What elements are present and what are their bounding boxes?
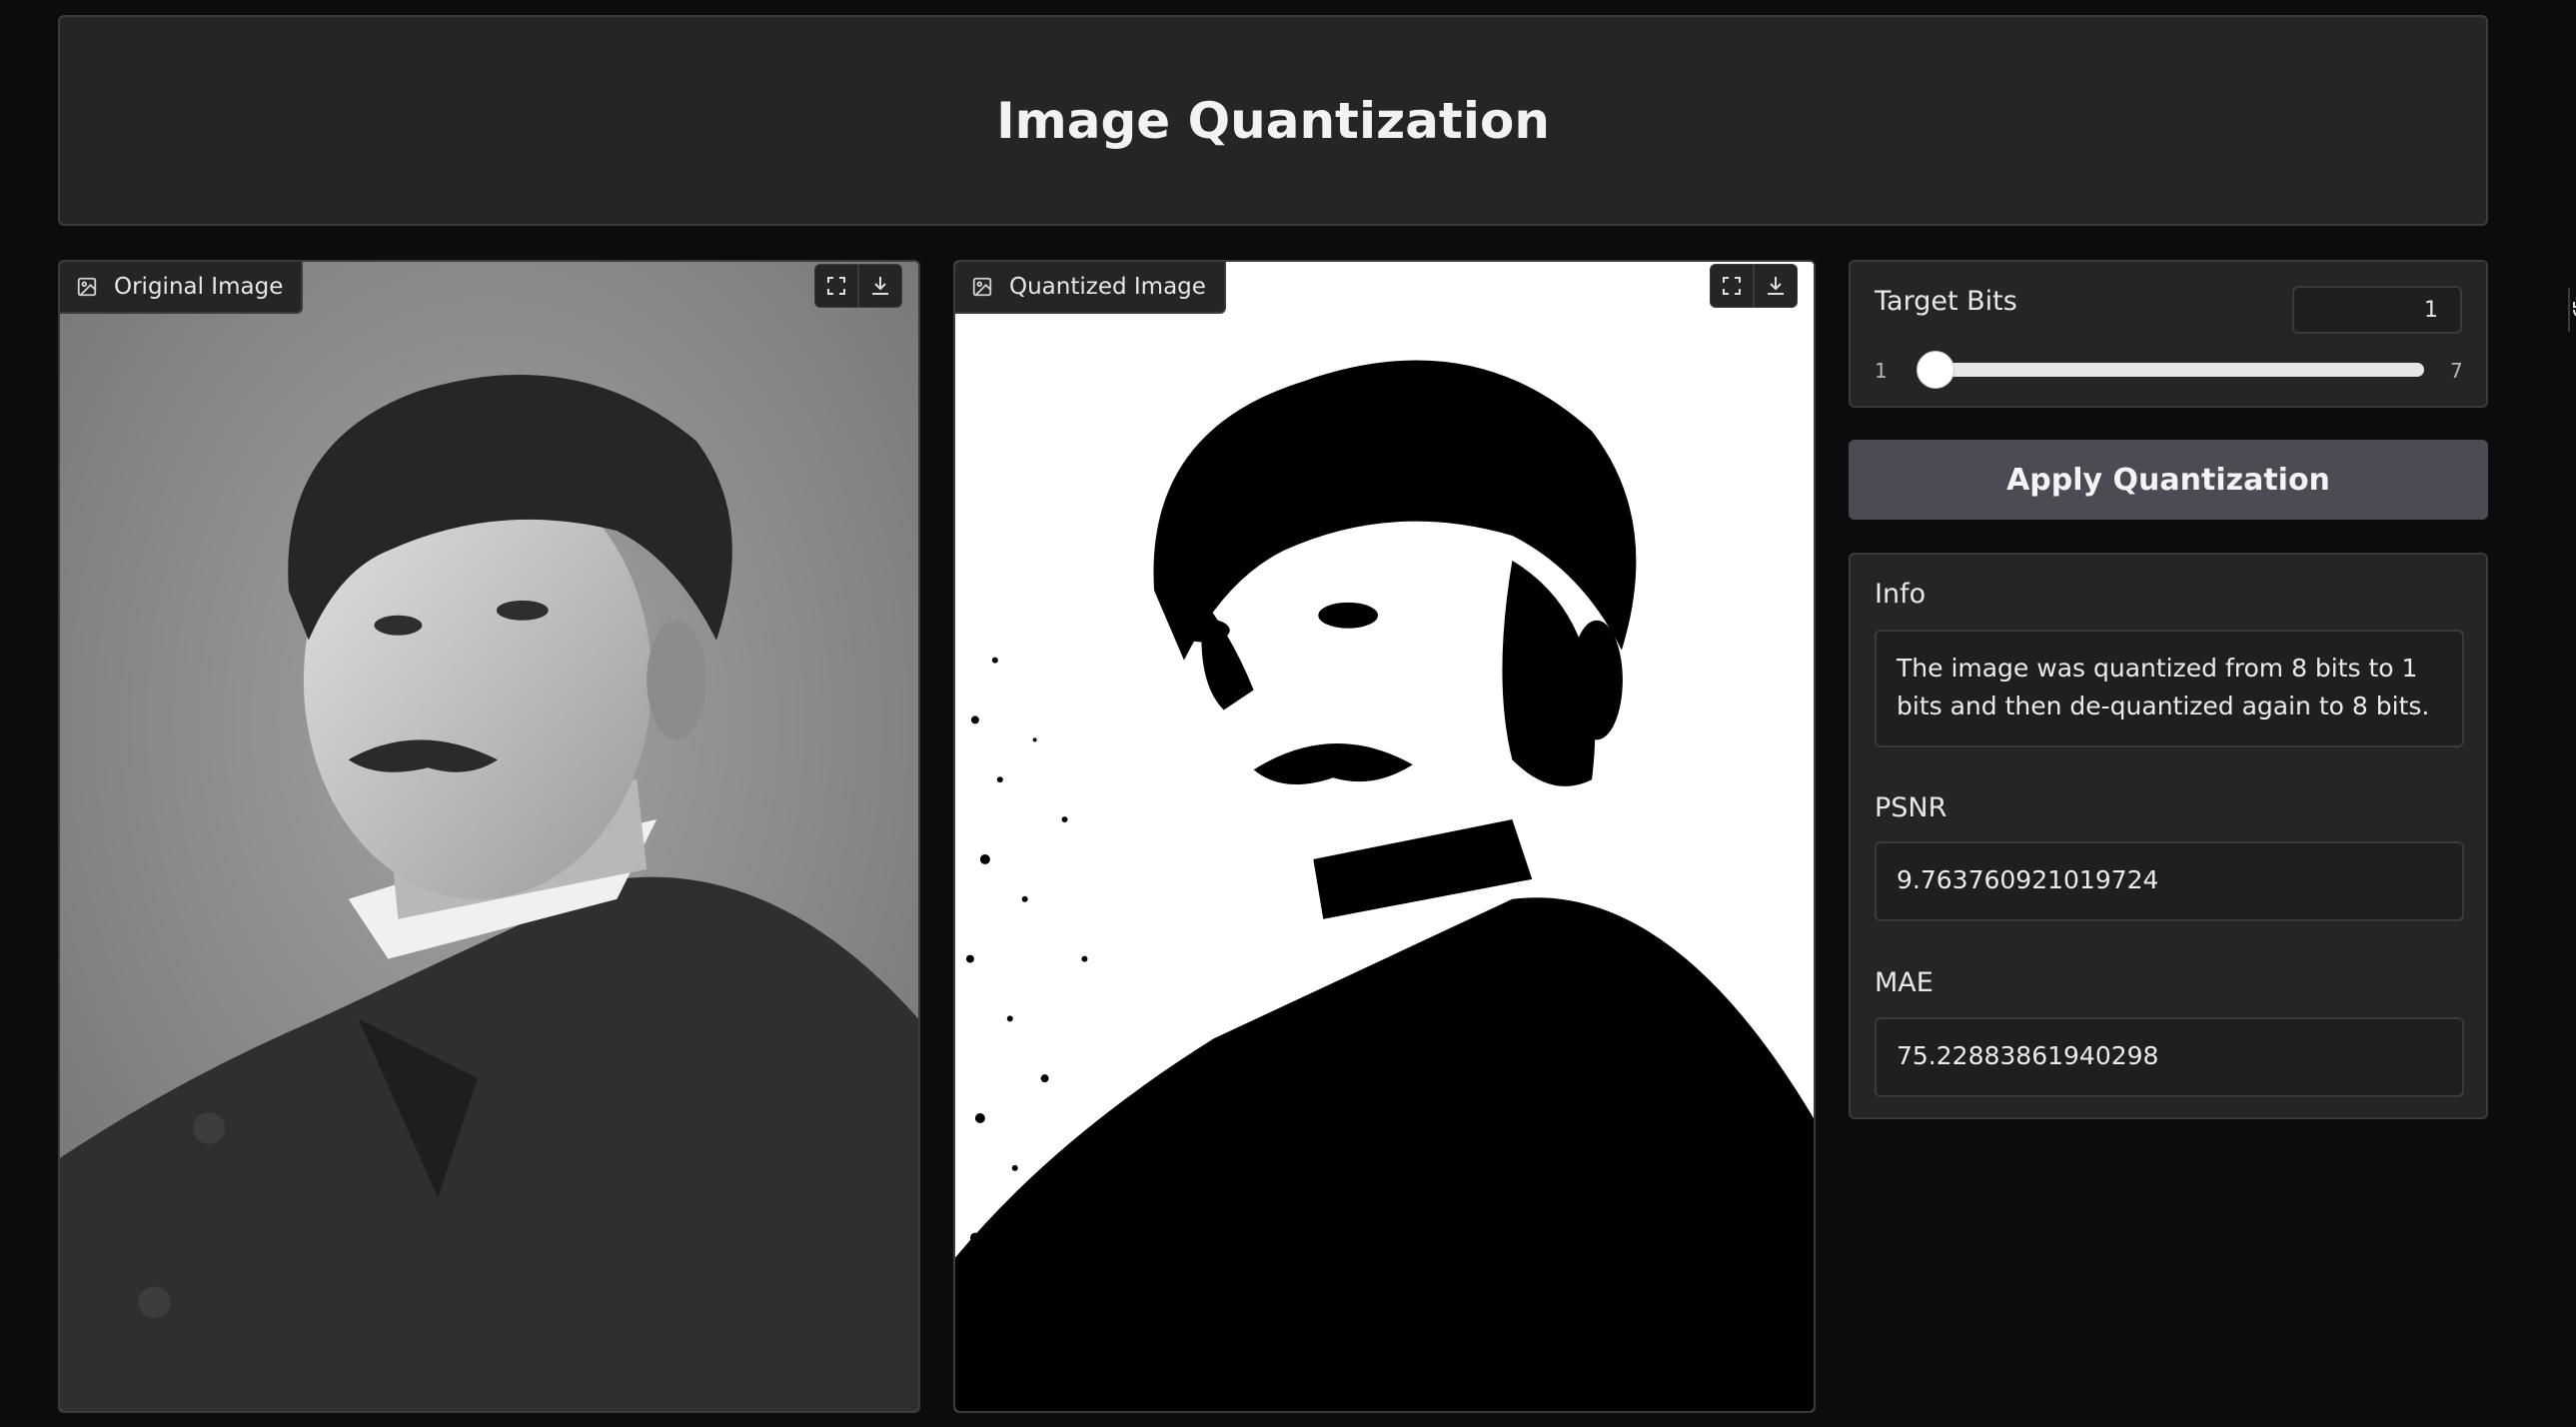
quantized-photo <box>955 262 1814 1411</box>
slider-max-label: 7 <box>2450 359 2463 383</box>
target-bits-panel: Target Bits 1 7 <box>1849 260 2576 408</box>
psnr-label: PSNR <box>1875 792 1947 823</box>
fullscreen-icon <box>1723 277 1741 295</box>
download-button[interactable] <box>1754 264 1798 308</box>
slider-track[interactable] <box>1923 363 2424 377</box>
original-image-label-text: Original Image <box>114 274 284 300</box>
info-textbox[interactable]: The image was quantized from 8 bits to 1… <box>1875 630 2464 747</box>
target-bits-label: Target Bits <box>1875 286 2017 317</box>
original-image-label: Original Image <box>60 262 304 314</box>
fullscreen-icon <box>827 277 845 295</box>
quantized-image-panel: Quantized Image <box>953 260 1816 1413</box>
target-bits-number-box <box>2292 286 2576 334</box>
download-button[interactable] <box>858 264 902 308</box>
image-icon <box>972 277 992 297</box>
target-bits-input[interactable] <box>2294 288 2570 332</box>
image-icon <box>77 277 97 297</box>
info-panel: Info The image was quantized from 8 bits… <box>1849 553 2488 1119</box>
fullscreen-button[interactable] <box>1710 264 1754 308</box>
psnr-textbox[interactable]: 9.763760921019724 <box>1875 841 2464 921</box>
original-photo <box>60 262 918 1411</box>
info-label: Info <box>1875 579 1927 610</box>
download-icon <box>872 277 888 295</box>
original-image-toolbar <box>814 264 902 308</box>
fullscreen-button[interactable] <box>814 264 858 308</box>
reset-icon <box>2572 302 2576 317</box>
header-panel: Image Quantization <box>58 15 2488 226</box>
original-image-panel: Original Image <box>58 260 920 1413</box>
apply-quantization-button[interactable]: Apply Quantization <box>1849 440 2488 520</box>
download-icon <box>1768 277 1784 295</box>
page-title: Image Quantization <box>996 91 1550 150</box>
mae-textbox[interactable]: 75.22883861940298 <box>1875 1017 2464 1097</box>
slider-thumb[interactable] <box>1917 351 1954 389</box>
slider-min-label: 1 <box>1875 359 1888 383</box>
mae-label: MAE <box>1875 967 1933 998</box>
quantized-image-label-text: Quantized Image <box>1009 274 1206 300</box>
quantized-image-label: Quantized Image <box>955 262 1226 314</box>
reset-button[interactable] <box>2570 288 2576 332</box>
quantized-image-toolbar <box>1710 264 1798 308</box>
